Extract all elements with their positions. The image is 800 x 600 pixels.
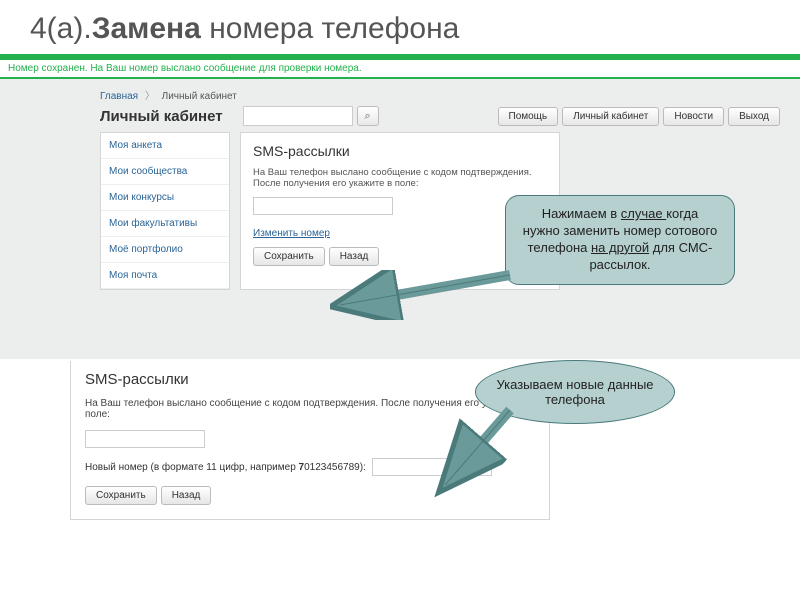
save-button-1[interactable]: Сохранить xyxy=(253,247,325,266)
news-button[interactable]: Новости xyxy=(663,107,724,126)
success-banner: Номер сохранен. На Ваш номер выслано соо… xyxy=(0,58,800,79)
slide-title-prefix: 4(а). xyxy=(30,12,92,45)
new-number-input[interactable] xyxy=(372,458,492,476)
change-number-link[interactable]: Изменить номер xyxy=(253,228,330,239)
search-input[interactable] xyxy=(243,106,353,126)
sidebar-item-profile[interactable]: Моя анкета xyxy=(101,133,229,159)
new-number-row: Новый номер (в формате 11 цифр, например… xyxy=(85,458,535,476)
back-button-1[interactable]: Назад xyxy=(329,247,380,266)
search-button[interactable]: ⌕ xyxy=(357,106,379,126)
sidebar-item-portfolio[interactable]: Моё портфолио xyxy=(101,237,229,263)
sms-panel-2-buttons: Сохранить Назад xyxy=(85,486,535,505)
search-box: ⌕ xyxy=(243,106,379,126)
breadcrumb-home[interactable]: Главная xyxy=(100,91,138,102)
sidebar-item-communities[interactable]: Мои сообщества xyxy=(101,159,229,185)
breadcrumb-sep: 〉 xyxy=(145,91,155,102)
breadcrumb: Главная 〉 Личный кабинет xyxy=(0,85,800,106)
lower-area: SMS-рассылки На Ваш телефон выслано сооб… xyxy=(0,359,800,520)
callout-specify-data: Указываем новые данные телефона xyxy=(475,360,675,424)
topbar: Личный кабинет ⌕ Помощь Личный кабинет Н… xyxy=(0,106,800,132)
sidebar: Моя анкета Мои сообщества Мои конкурсы М… xyxy=(100,132,230,290)
sms-panel-2-title: SMS-рассылки xyxy=(85,371,535,388)
sms-panel-1-text: На Ваш телефон выслано сообщение с кодом… xyxy=(253,167,547,189)
sidebar-item-mail[interactable]: Моя почта xyxy=(101,263,229,289)
callout-change-number: Нажимаем в случае когда нужно заменить н… xyxy=(505,195,735,285)
sms-code-input-2[interactable] xyxy=(85,430,205,448)
slide-title-bold: Замена xyxy=(92,12,201,45)
page-title: Личный кабинет xyxy=(100,108,223,125)
new-number-label: Новый номер (в формате 11 цифр, например… xyxy=(85,462,366,473)
help-button[interactable]: Помощь xyxy=(498,107,559,126)
nav-buttons: Помощь Личный кабинет Новости Выход xyxy=(498,107,781,126)
sidebar-item-contests[interactable]: Мои конкурсы xyxy=(101,185,229,211)
breadcrumb-current: Личный кабинет xyxy=(162,91,237,102)
sms-panel-2-text: На Ваш телефон выслано сообщение с кодом… xyxy=(85,398,535,420)
cabinet-button[interactable]: Личный кабинет xyxy=(562,107,659,126)
slide-title-rest: номера телефона xyxy=(201,12,460,45)
sidebar-item-electives[interactable]: Мои факультативы xyxy=(101,211,229,237)
slide-title: 4(а).Замена номера телефона xyxy=(0,0,800,58)
sms-code-input-1[interactable] xyxy=(253,197,393,215)
sms-panel-1-buttons: Сохранить Назад xyxy=(253,247,547,266)
search-icon: ⌕ xyxy=(365,110,371,123)
save-button-2[interactable]: Сохранить xyxy=(85,486,157,505)
exit-button[interactable]: Выход xyxy=(728,107,780,126)
back-button-2[interactable]: Назад xyxy=(161,486,212,505)
sms-panel-1-title: SMS-рассылки xyxy=(253,143,547,159)
